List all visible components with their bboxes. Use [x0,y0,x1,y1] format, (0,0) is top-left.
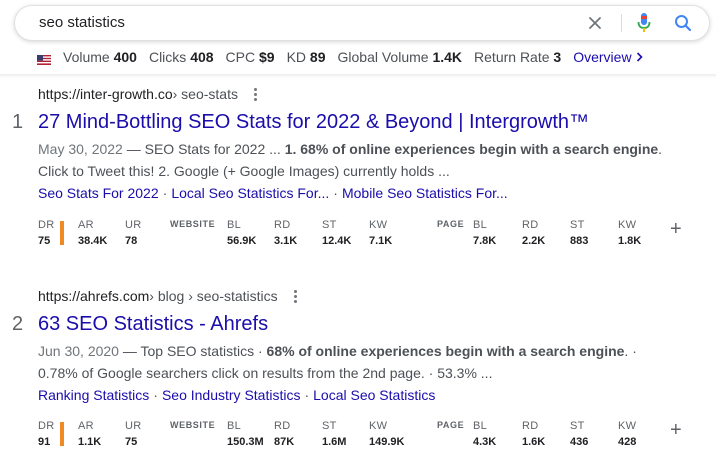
domain-rating: 75 [38,235,51,247]
close-icon [589,17,601,29]
add-button[interactable]: + [670,219,682,239]
more-options-icon[interactable] [253,87,257,101]
sitelink[interactable]: Ranking Statistics [38,387,149,403]
result-domain: https://inter-growth.co [38,86,173,102]
result-path: › blog › seo-statistics [149,288,278,304]
website-section-label: WEBSITE [170,420,216,430]
microphone-icon [637,13,651,32]
result-url[interactable]: https://ahrefs.com › blog › seo-statisti… [38,288,297,304]
website-section-label: WEBSITE [170,219,216,229]
sitelink[interactable]: Seo Industry Statistics [162,387,301,403]
add-button[interactable]: + [670,420,682,440]
result-snippet: May 30, 2022 — SEO Stats for 2022 ... 1.… [38,141,663,179]
search-button[interactable] [670,6,696,40]
overview-label: Overview [573,49,632,65]
page-section-label: PAGE [437,219,465,229]
result-date: Jun 30, 2020 [38,343,119,359]
result-snippet: Jun 30, 2020 — Top SEO statistics · 68% … [38,343,637,381]
header-divider [0,74,716,78]
dr-bar [60,422,64,446]
result-path: › seo-stats [172,86,238,102]
sitelinks: Seo Stats For 2022 · Local Seo Statistics … [38,185,508,201]
us-flag-icon [37,52,51,65]
result-date: May 30, 2022 [38,141,123,157]
metric-volume: Volume 400 [63,49,137,65]
result-url[interactable]: https://inter-growth.co › seo-stats [38,86,257,102]
search-bar: seo statistics [14,5,710,41]
result-title[interactable]: 27 Mind-Bottling SEO Stats for 2022 & Be… [38,111,589,134]
result-rank: 1 [12,111,24,133]
chevron-right-icon [636,52,643,62]
search-input[interactable]: seo statistics [39,14,125,31]
metric-clicks: Clicks 408 [148,49,214,65]
search-divider [621,14,622,32]
domain-rating: 91 [38,436,51,448]
result-rank: 2 [12,313,24,335]
metric-return-rate: Return Rate 3 [474,49,562,65]
dr-bar [60,221,64,245]
voice-search-button[interactable] [631,6,657,40]
metric-kd: KD 89 [286,49,326,65]
sitelink[interactable]: Seo Stats For 2022 [38,185,159,201]
sitelink[interactable]: Local Seo Statistics For... [171,185,329,201]
sitelink[interactable]: Mobile Seo Statistics For... [342,185,508,201]
more-options-icon[interactable] [293,289,297,303]
result-domain: https://ahrefs.com [38,288,150,304]
result-title[interactable]: 63 SEO Statistics - Ahrefs [38,313,268,336]
metric-cpc: CPC $9 [225,49,275,65]
overview-link[interactable]: Overview [573,49,643,65]
page-section-label: PAGE [437,420,465,430]
metric-global-volume: Global Volume 1.4K [337,49,463,65]
ahrefs-metrics-bar: DR 91 AR 1.1K UR 75 WEBSITE BL 150.3M RD 87K … [38,419,682,448]
sitelinks: Ranking Statistics · Seo Industry Statisti… [38,387,436,403]
sitelink[interactable]: Local Seo Statistics [313,387,435,403]
keyword-metrics: Volume 400 Clicks 408 CPC $9 KD 89 Globa… [37,48,643,66]
clear-button[interactable] [582,6,608,40]
search-icon [675,15,692,32]
ahrefs-metrics-bar: DR 75 AR 38.4K UR 78 WEBSITE BL 56.9K RD 3.1K… [38,218,682,247]
